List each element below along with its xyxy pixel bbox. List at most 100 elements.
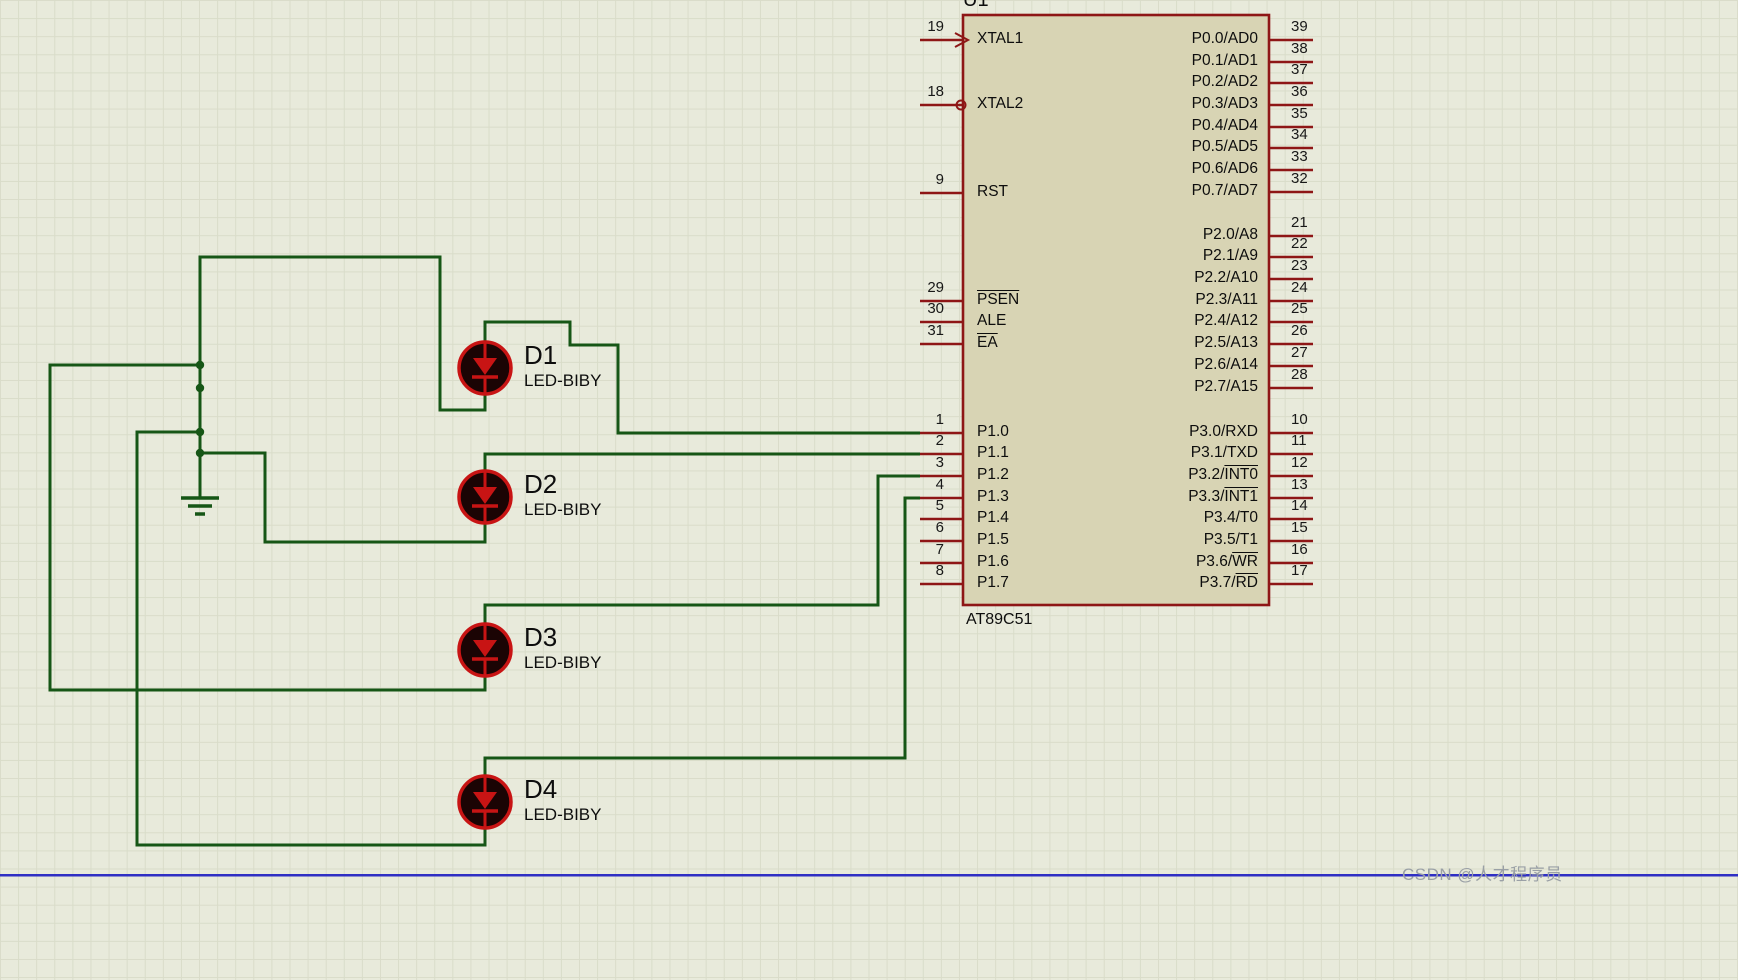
- wire-d2-cathode-to-ground-rail[interactable]: [200, 451, 487, 544]
- pin-name-text: P0.4/AD4: [1191, 117, 1258, 134]
- led-model-label-d2: LED-BIBY: [524, 500, 602, 519]
- pin-name-text: P2.6/A14: [1194, 356, 1258, 373]
- pin-name-left-6: P1.0: [977, 423, 1009, 441]
- pin-name-right-12: P2.4/A12: [1010, 312, 1258, 330]
- pin-name-text: P2.1/A9: [1202, 247, 1258, 264]
- led-reference-label-d4: D4: [524, 774, 558, 804]
- pin-number-right-22: 16: [1291, 541, 1308, 558]
- pin-name-text: P1.1: [977, 444, 1009, 461]
- pin-number-left-13: 8: [935, 562, 944, 579]
- pin-number-left-5: 31: [927, 322, 944, 339]
- pin-number-right-12: 25: [1291, 300, 1308, 317]
- pin-number-left-1: 18: [927, 83, 944, 100]
- pin-name-text: P0.6/AD6: [1191, 160, 1258, 177]
- ground-symbol[interactable]: [181, 492, 219, 516]
- wire-d3-cathode-to-ground-rail[interactable]: [48, 363, 487, 692]
- led-reference-label-d2: D2: [524, 469, 558, 499]
- pin-name-left-9: P1.3: [977, 488, 1009, 506]
- led-reference-label-d3: D3: [524, 622, 558, 652]
- pin-name-overlined-text: INT0: [1224, 466, 1258, 483]
- pin-number-left-7: 2: [935, 432, 944, 449]
- pin-name-right-20: P3.4/T0: [1010, 509, 1258, 527]
- pin-name-text: P1.3: [977, 488, 1009, 505]
- pin-number-left-8: 3: [935, 454, 944, 471]
- junction-dot: [195, 448, 205, 458]
- pin-number-left-10: 5: [935, 497, 944, 514]
- pin-name-text: P0.0/AD0: [1191, 30, 1258, 47]
- pin-name-right-13: P2.5/A13: [1010, 334, 1258, 352]
- wire-d4-cathode-to-ground-rail[interactable]: [135, 430, 487, 847]
- pin-name-text: P2.5/A13: [1194, 334, 1258, 351]
- pin-number-right-14: 27: [1291, 344, 1308, 361]
- pin-name-right-3: P0.3/AD3: [1010, 95, 1258, 113]
- pin-number-right-20: 14: [1291, 497, 1308, 514]
- wire-d1-cathode-to-ground-rail[interactable]: [198, 255, 487, 492]
- junction-dot: [195, 360, 205, 370]
- pin-number-right-4: 35: [1291, 105, 1308, 122]
- pin-name-right-18: P3.2/INT0: [1010, 466, 1258, 484]
- led-model-label-d4: LED-BIBY: [524, 805, 602, 824]
- pin-name-overlined-text: EA: [977, 334, 998, 351]
- pin-number-right-23: 17: [1291, 562, 1308, 579]
- junction-dot: [195, 427, 205, 437]
- pin-name-text: ALE: [977, 312, 1007, 329]
- pin-number-right-10: 23: [1291, 257, 1308, 274]
- pin-name-text: P3.2/: [1188, 466, 1225, 483]
- pin-name-overlined-text: INT1: [1224, 488, 1258, 505]
- led-model-label-d1: LED-BIBY: [524, 371, 602, 390]
- led-model-label-d3: LED-BIBY: [524, 653, 602, 672]
- pin-name-text: P1.7: [977, 574, 1009, 591]
- pin-number-right-3: 36: [1291, 83, 1308, 100]
- pin-number-right-17: 11: [1291, 432, 1307, 449]
- pin-name-text: P1.5: [977, 531, 1009, 548]
- schematic-canvas[interactable]: U1 AT89C51 CSDN @人才程序员 19 XTAL1 18 XTAL2 9 RS…: [0, 0, 1738, 980]
- pin-name-text: P3.3/: [1188, 488, 1225, 505]
- pin-name-text: P0.5/AD5: [1191, 138, 1258, 155]
- pin-name-right-1: P0.1/AD1: [1010, 52, 1258, 70]
- pin-name-text: P2.0/A8: [1202, 226, 1258, 243]
- pin-name-text: P1.0: [977, 423, 1009, 440]
- pin-name-right-17: P3.1/TXD: [1010, 444, 1258, 462]
- pin-number-left-11: 6: [935, 519, 944, 536]
- pin-number-left-9: 4: [935, 476, 944, 493]
- pin-name-right-2: P0.2/AD2: [1010, 73, 1258, 91]
- csdn-watermark: CSDN @人才程序员: [1402, 865, 1563, 884]
- pin-name-text: P2.7/A15: [1194, 378, 1258, 395]
- pin-name-left-5: EA: [977, 334, 998, 352]
- pin-number-right-21: 15: [1291, 519, 1308, 536]
- pin-name-text: P1.6: [977, 553, 1009, 570]
- pin-name-text: P1.2: [977, 466, 1009, 483]
- pin-name-right-9: P2.1/A9: [1010, 247, 1258, 265]
- led-d3[interactable]: [457, 622, 513, 678]
- pin-name-right-6: P0.6/AD6: [1010, 160, 1258, 178]
- pin-name-left-13: P1.7: [977, 574, 1009, 592]
- pin-name-text: P3.5/T1: [1203, 531, 1258, 548]
- pin-name-right-5: P0.5/AD5: [1010, 138, 1258, 156]
- pin-name-text: P2.4/A12: [1194, 312, 1258, 329]
- pin-name-overlined-text: WR: [1232, 553, 1258, 570]
- pin-name-left-2: RST: [977, 183, 1008, 201]
- pin-name-right-22: P3.6/WR: [1010, 553, 1258, 571]
- pin-number-right-18: 12: [1291, 454, 1308, 471]
- pin-name-text: P3.0/RXD: [1189, 423, 1258, 440]
- pin-number-right-0: 39: [1291, 18, 1308, 35]
- pin-name-text: P3.6/: [1195, 553, 1233, 570]
- led-d2[interactable]: [457, 469, 513, 525]
- pin-name-left-4: ALE: [977, 312, 1006, 330]
- pin-number-right-1: 38: [1291, 40, 1308, 57]
- pin-name-right-0: P0.0/AD0: [1010, 30, 1258, 48]
- pin-number-right-2: 37: [1291, 61, 1308, 78]
- pin-name-text: P2.3/A11: [1195, 291, 1258, 308]
- chip-reference-label: U1: [963, 0, 989, 11]
- pin-name-text: P0.3/AD3: [1191, 95, 1258, 112]
- pin-number-left-12: 7: [935, 541, 944, 558]
- pin-number-left-2: 9: [935, 171, 944, 188]
- pin-name-text: P3.4/T0: [1203, 509, 1258, 526]
- led-d1[interactable]: [457, 340, 513, 396]
- pin-name-left-11: P1.5: [977, 531, 1009, 549]
- pin-name-right-21: P3.5/T1: [1010, 531, 1258, 549]
- pin-name-overlined-text: RD: [1235, 574, 1258, 591]
- pin-name-text: P0.1/AD1: [1191, 52, 1258, 69]
- pin-name-right-14: P2.6/A14: [1010, 356, 1258, 374]
- led-d4[interactable]: [457, 774, 513, 830]
